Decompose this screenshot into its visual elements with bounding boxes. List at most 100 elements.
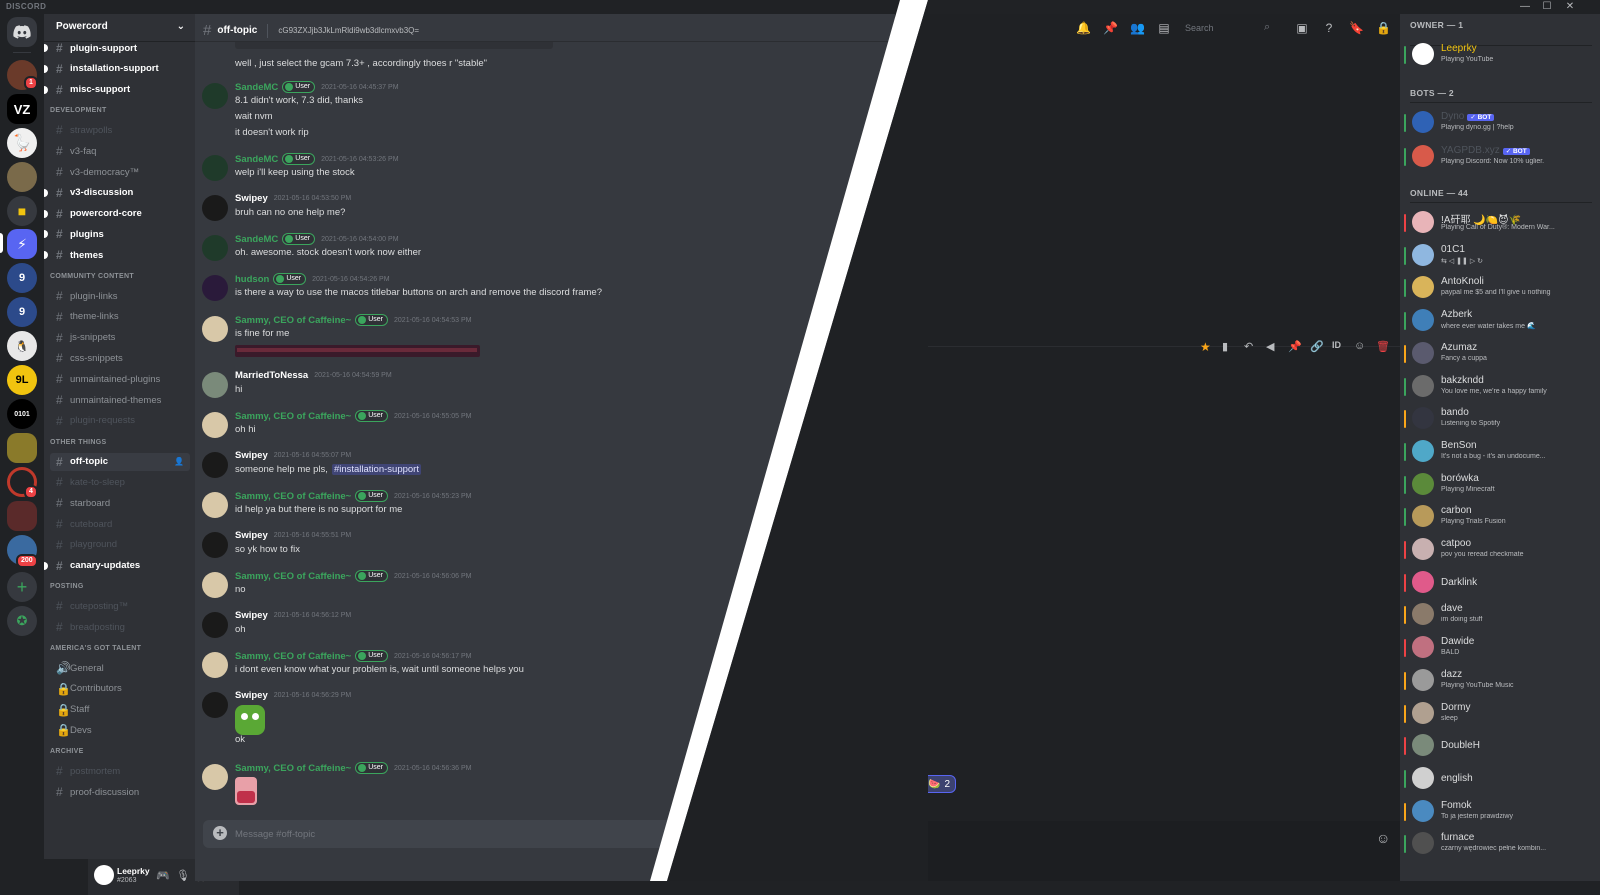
author-name[interactable]: Sammy, CEO of Caffeine~ bbox=[235, 491, 351, 502]
avatar[interactable] bbox=[202, 572, 228, 598]
bookmark-icon[interactable]: 🔖 bbox=[1349, 21, 1364, 35]
delete-icon[interactable]: 🗑 bbox=[1376, 340, 1390, 353]
avatar[interactable] bbox=[202, 532, 228, 558]
channel-item[interactable]: # v3-faq bbox=[50, 142, 190, 160]
explore-compass-icon[interactable]: ✪ bbox=[7, 606, 37, 636]
author-name[interactable]: SandeMC bbox=[235, 82, 278, 93]
server-icon[interactable]: 🐧 bbox=[7, 331, 37, 361]
star-icon[interactable]: ★ bbox=[1200, 340, 1211, 354]
category-header[interactable]: POSTING bbox=[50, 583, 84, 590]
member-item[interactable]: Azumaz Fancy a cuppa bbox=[1404, 339, 1596, 369]
reaction[interactable]: 🍒 3 bbox=[720, 775, 753, 793]
member-item[interactable]: bando Listening to Spotify bbox=[1404, 404, 1596, 434]
member-item[interactable]: Leeprky Playing YouTube bbox=[1404, 40, 1596, 70]
channel-item[interactable]: # starboard bbox=[50, 494, 190, 512]
screenshot-attachment[interactable] bbox=[235, 345, 480, 357]
channel-item[interactable]: 🔊 General bbox=[50, 659, 190, 677]
author-name[interactable]: Sammy, CEO of Caffeine~ bbox=[235, 315, 351, 326]
channel-item[interactable]: # off-topic 👤 bbox=[50, 452, 190, 471]
avatar[interactable] bbox=[202, 83, 228, 109]
member-item[interactable]: 01C1 ⇆ ◁ ❚❚ ▷ ↻ bbox=[1404, 241, 1596, 271]
emoji-icon[interactable]: ☺ bbox=[1354, 340, 1365, 352]
member-item[interactable]: carbon Playing Trials Fusion bbox=[1404, 502, 1596, 532]
member-item[interactable]: DoubleH bbox=[1404, 731, 1596, 761]
threads-icon[interactable]: ▤ bbox=[1157, 21, 1171, 35]
minimize-button[interactable]: — bbox=[1515, 0, 1535, 14]
avatar[interactable] bbox=[202, 692, 228, 718]
channel-item[interactable]: # misc-support bbox=[44, 81, 190, 99]
author-name[interactable]: Swipey bbox=[235, 193, 268, 204]
avatar[interactable] bbox=[202, 612, 228, 638]
avatar[interactable] bbox=[202, 412, 228, 438]
reply-icon[interactable]: ↶ bbox=[1244, 340, 1253, 353]
channel-item[interactable]: # v3-discussion bbox=[44, 184, 190, 202]
author-name[interactable]: SandeMC bbox=[235, 234, 278, 245]
member-item[interactable]: english bbox=[1404, 764, 1596, 794]
avatar[interactable] bbox=[202, 764, 228, 790]
author-name[interactable]: Sammy, CEO of Caffeine~ bbox=[235, 571, 351, 582]
author-name[interactable]: Swipey bbox=[235, 450, 268, 461]
channel-item[interactable]: # strawpolls bbox=[50, 121, 190, 139]
author-name[interactable]: Swipey bbox=[235, 530, 268, 541]
category-header[interactable]: DEVELOPMENT bbox=[50, 107, 107, 114]
member-item[interactable]: dazz Playing YouTube Music bbox=[1404, 666, 1596, 696]
home-discord-icon[interactable] bbox=[7, 17, 37, 47]
channel-item[interactable]: 🔒 Devs bbox=[50, 721, 190, 739]
reaction[interactable]: 🍉 2 bbox=[922, 775, 957, 793]
server-icon[interactable] bbox=[7, 162, 37, 192]
channel-item[interactable]: # unmaintained-plugins bbox=[50, 370, 190, 388]
author-name[interactable]: Sammy, CEO of Caffeine~ bbox=[235, 651, 351, 662]
bookmark-icon[interactable]: ▮ bbox=[1222, 340, 1228, 353]
channel-item[interactable]: # css-snippets bbox=[50, 349, 190, 367]
channel-item[interactable]: # plugin-links bbox=[50, 287, 190, 305]
member-item[interactable]: AntoKnoli paypal me $5 and I'll give u no… bbox=[1404, 273, 1596, 303]
channel-item[interactable]: # themes bbox=[44, 246, 190, 264]
author-name[interactable]: Swipey bbox=[235, 610, 268, 621]
member-item[interactable]: BenSon It's not a bug - it's an undocume.… bbox=[1404, 437, 1596, 467]
channel-item[interactable]: 🔒 Contributors bbox=[50, 680, 190, 698]
link-icon[interactable]: 🔗 bbox=[1310, 340, 1324, 353]
message-composer[interactable]: + Message #off-topic bbox=[203, 820, 853, 848]
invite-icon[interactable]: 👤 bbox=[174, 457, 184, 466]
avatar[interactable] bbox=[202, 452, 228, 478]
member-item[interactable]: bakzkndd You love me, we're a happy famil… bbox=[1404, 372, 1596, 402]
channel-item[interactable]: 🔒 Staff bbox=[50, 701, 190, 719]
server-icon[interactable]: 9 bbox=[7, 263, 37, 293]
member-item[interactable]: Dawide BALD bbox=[1404, 633, 1596, 663]
author-name[interactable]: SandeMC bbox=[235, 154, 278, 165]
channel-item[interactable]: # cuteboard bbox=[50, 515, 190, 533]
author-name[interactable]: Sammy, CEO of Caffeine~ bbox=[235, 411, 351, 422]
channel-item[interactable]: # plugins bbox=[44, 225, 190, 243]
channel-mention[interactable]: #installation-support bbox=[331, 464, 421, 475]
member-item[interactable]: dave im doing stuff bbox=[1404, 600, 1596, 630]
close-button[interactable]: ✕ bbox=[1560, 0, 1580, 14]
notification-bell-icon[interactable]: 🔔 bbox=[1076, 21, 1091, 35]
pin-icon[interactable]: 📌 bbox=[1103, 21, 1118, 35]
member-item[interactable]: Fomok To ja jestem prawdziwy bbox=[1404, 797, 1596, 827]
author-name[interactable]: hudson bbox=[235, 274, 269, 285]
avatar[interactable] bbox=[202, 372, 228, 398]
server-icon[interactable]: 9 bbox=[7, 297, 37, 327]
goose-server-icon[interactable]: 🪿 bbox=[7, 128, 37, 158]
member-item[interactable]: borówka Playing Minecraft bbox=[1404, 470, 1596, 500]
channel-item[interactable]: # theme-links bbox=[50, 308, 190, 326]
author-name[interactable]: MarriedToNessa bbox=[235, 370, 308, 381]
member-item[interactable]: YAGPDB.xyz ✓ BOT Playing Discord: Now 10% … bbox=[1404, 142, 1596, 172]
member-item[interactable]: Darklink bbox=[1404, 568, 1596, 598]
channel-topic[interactable]: cG93ZXJjb3JkLmRldi9wb3dlcmxvb3Q= bbox=[278, 26, 419, 35]
quote-icon[interactable]: ◀ bbox=[1266, 340, 1274, 353]
channel-item[interactable]: # kate-to-sleep bbox=[50, 473, 190, 491]
copy-id-icon[interactable]: ID bbox=[1332, 340, 1341, 350]
microphone-icon[interactable]: 🎙 bbox=[176, 869, 190, 882]
reaction[interactable]: 🍓 1 bbox=[886, 775, 919, 793]
avatar[interactable] bbox=[94, 865, 114, 885]
category-header[interactable]: OTHER THINGS bbox=[50, 439, 107, 446]
channel-item[interactable]: # proof-discussion bbox=[50, 783, 190, 801]
server-icon[interactable]: VZ bbox=[7, 94, 37, 124]
member-item[interactable]: catpoo pov you reread checkmate bbox=[1404, 535, 1596, 565]
server-icon[interactable]: 9L bbox=[7, 365, 37, 395]
inbox-icon[interactable]: ▣ bbox=[1295, 21, 1309, 35]
channel-item[interactable]: # unmaintained-themes bbox=[50, 391, 190, 409]
author-name[interactable]: Sammy, CEO of Caffeine~ bbox=[235, 763, 351, 774]
category-header[interactable]: COMMUNITY CONTENT bbox=[50, 273, 134, 280]
